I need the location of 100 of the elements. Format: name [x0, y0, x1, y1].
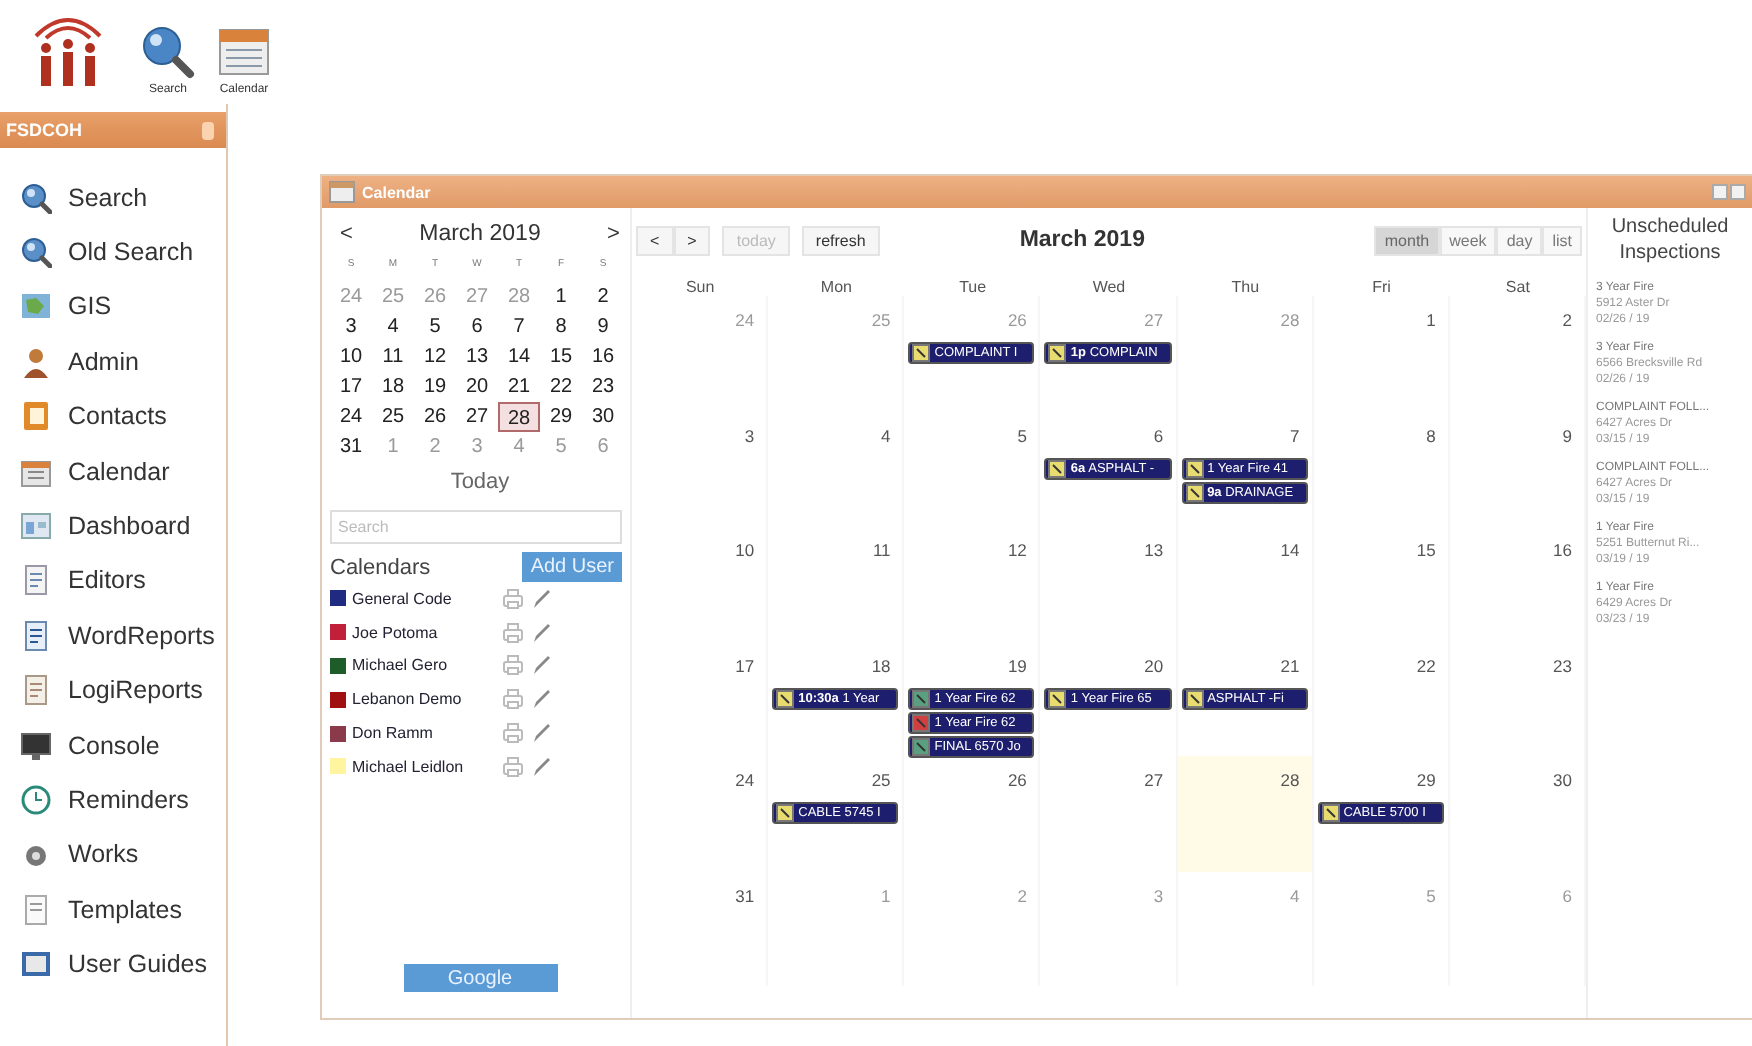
calendar-title: March 2019	[1019, 228, 1147, 252]
date-cell[interactable]: 8	[540, 312, 582, 342]
previous-button[interactable]: <	[636, 225, 674, 255]
date-cell[interactable]: 7	[498, 312, 540, 342]
day-cell[interactable]: 2	[1449, 296, 1586, 411]
view-tab[interactable]: week	[1439, 225, 1497, 255]
day-number: 13	[1144, 540, 1166, 560]
day-cell[interactable]: 31	[632, 871, 769, 986]
date-cell[interactable]: 22	[540, 372, 582, 402]
refresh-button[interactable]: refresh	[801, 225, 880, 255]
day-cell[interactable]: 24	[632, 756, 769, 871]
date-cell[interactable]: 29	[540, 402, 582, 432]
day-cell[interactable]: 3	[632, 411, 769, 526]
day-cell[interactable]: 28	[1177, 756, 1314, 871]
date-cell[interactable]: 16	[582, 342, 624, 372]
date-cell[interactable]: 9	[582, 312, 624, 342]
sidebar-item[interactable]: Search	[0, 170, 226, 225]
view-tab[interactable]: day	[1496, 225, 1543, 255]
date-cell[interactable]: 5	[414, 312, 456, 342]
weekday-header: Sat	[1503, 278, 1532, 296]
day-cell[interactable]: 15	[1313, 526, 1450, 641]
day-cell[interactable]: 23	[1449, 641, 1586, 757]
sidebar-item[interactable]: Contacts	[0, 389, 226, 444]
sidebar-item[interactable]: Works	[0, 827, 226, 883]
date-cell[interactable]: 1	[540, 282, 582, 312]
previous-month-button[interactable]: <	[334, 222, 359, 246]
sidebar-item[interactable]: Console	[0, 717, 226, 773]
sidebar-item[interactable]: Admin	[0, 334, 226, 390]
map-icon	[20, 290, 52, 323]
day-cell[interactable]: 12	[904, 526, 1041, 641]
day-number: 24	[735, 770, 757, 790]
date-cell[interactable]: 19	[414, 372, 456, 402]
maximize-button[interactable]	[1730, 184, 1746, 200]
date-cell[interactable]: 30	[582, 402, 624, 432]
day-cell[interactable]: 30	[1449, 756, 1586, 871]
sidebar-item[interactable]: WordReports	[0, 608, 226, 664]
date-cell[interactable]: 20	[456, 372, 498, 402]
date-cell[interactable]: 3	[330, 312, 372, 342]
day-number: 19	[1007, 655, 1029, 675]
next-month-button[interactable]: >	[601, 222, 626, 246]
date-cell[interactable]: 6	[456, 312, 498, 342]
calendar-name[interactable]: Michael Gero	[352, 656, 502, 675]
pencil-icon	[530, 621, 552, 644]
view-tab[interactable]: list	[1542, 225, 1582, 255]
calendar-name[interactable]: Don Ramm	[352, 724, 502, 743]
date-cell[interactable]: 31	[330, 432, 372, 462]
calendar-name[interactable]: Lebanon Demo	[352, 690, 502, 709]
pencil-icon	[530, 722, 552, 745]
sidebar-item[interactable]: Calendar	[0, 443, 226, 499]
date-cell[interactable]: 17	[330, 372, 372, 402]
day-cell[interactable]: 16	[1449, 526, 1586, 641]
date-cell[interactable]: 15	[540, 342, 582, 372]
next-button[interactable]: >	[673, 225, 711, 255]
printer-icon	[502, 688, 524, 711]
date-cell[interactable]: 2	[582, 282, 624, 312]
date-cell[interactable]: 10	[330, 342, 372, 372]
date-cell[interactable]: 25	[372, 402, 414, 432]
date-cell[interactable]: 12	[414, 342, 456, 372]
sidebar-item[interactable]: Dashboard	[0, 498, 226, 554]
date-cell[interactable]: 24	[330, 402, 372, 432]
day-cell[interactable]: 1	[1313, 296, 1450, 411]
date-cell[interactable]: 11	[372, 342, 414, 372]
sidebar-item[interactable]: Editors	[0, 553, 226, 609]
sidebar-item[interactable]: LogiReports	[0, 663, 226, 718]
date-cell[interactable]: 4	[372, 312, 414, 342]
day-cell[interactable]: 10	[632, 526, 769, 641]
date-cell[interactable]: 28	[498, 402, 540, 432]
date-cell[interactable]: 14	[498, 342, 540, 372]
day-cell[interactable]: 5	[904, 411, 1041, 526]
date-cell[interactable]: 21	[498, 372, 540, 402]
search-field[interactable]: Search	[330, 510, 622, 544]
date-cell[interactable]: 26	[414, 402, 456, 432]
calendar-name[interactable]: General Code	[352, 589, 502, 608]
day-cell[interactable]: 4	[768, 411, 905, 526]
sidebar-item[interactable]: Templates	[0, 882, 226, 937]
sidebar-item[interactable]: Old Search	[0, 224, 226, 280]
day-cell[interactable]: 22	[1313, 641, 1450, 757]
day-number: 10	[735, 540, 757, 560]
date-cell[interactable]: 27	[456, 402, 498, 432]
sidebar-item[interactable]: GIS	[0, 279, 226, 335]
day-cell[interactable]: 13	[1040, 526, 1178, 641]
day-cell[interactable]: 26	[904, 756, 1041, 871]
window-icon	[20, 510, 52, 543]
sidebar-item[interactable]: User Guides	[0, 936, 226, 992]
day-cell[interactable]: 17	[632, 641, 769, 757]
collapse-handle[interactable]	[202, 121, 214, 139]
calendar-name[interactable]: Joe Potoma	[352, 623, 502, 642]
date-cell[interactable]: 18	[372, 372, 414, 402]
day-cell[interactable]: 11	[768, 526, 905, 641]
sidebar-item[interactable]: Reminders	[0, 772, 226, 828]
date-cell[interactable]: 13	[456, 342, 498, 372]
date-cell[interactable]: 23	[582, 372, 624, 402]
day-cell[interactable]: 8	[1313, 411, 1450, 526]
minimize-button[interactable]	[1712, 184, 1728, 200]
view-tab[interactable]: month	[1374, 225, 1440, 255]
calendar-name[interactable]: Michael Leidlon	[352, 757, 502, 776]
day-cell[interactable]: 14	[1177, 526, 1314, 641]
today-button[interactable]: Today	[330, 470, 630, 494]
day-number: 26	[1007, 310, 1029, 330]
day-cell[interactable]: 9	[1449, 411, 1586, 526]
